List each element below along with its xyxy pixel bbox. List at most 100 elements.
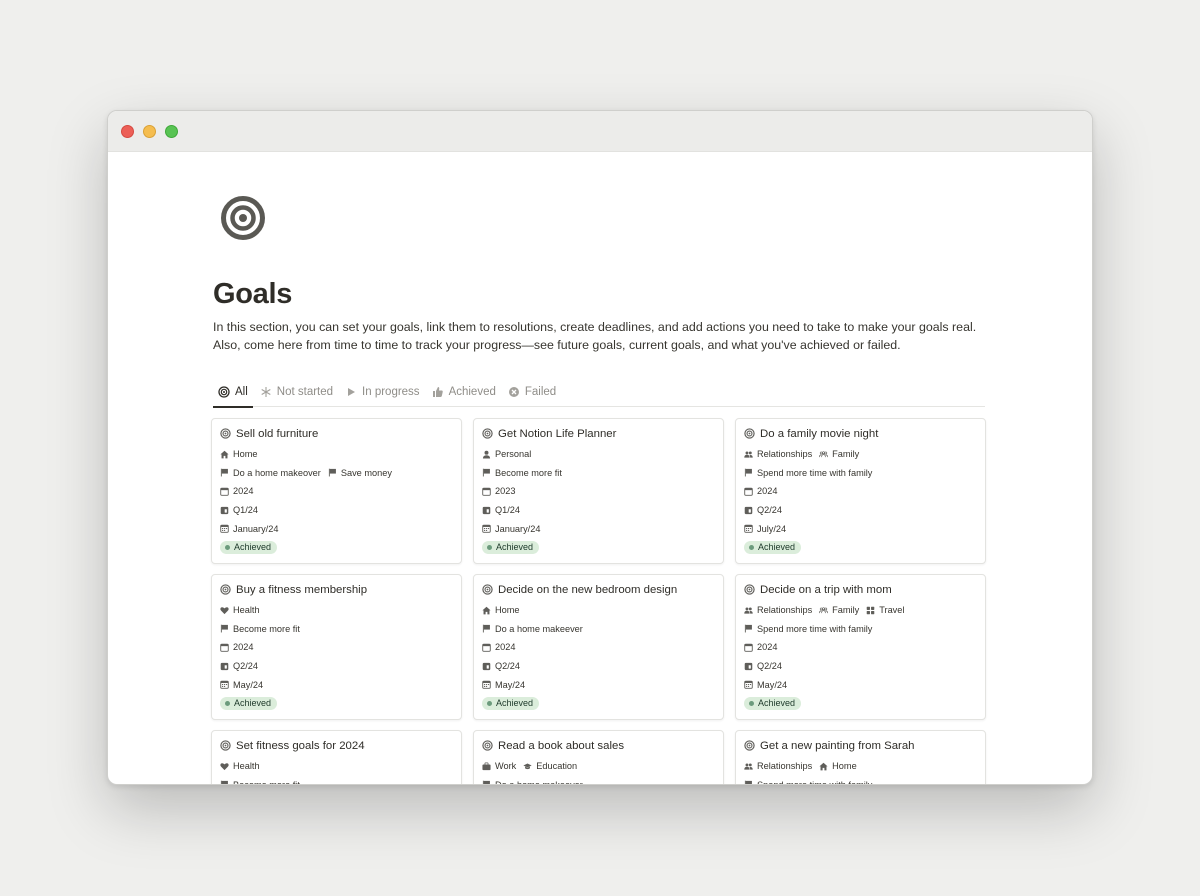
resolution-link[interactable]: Spend more time with family	[744, 624, 872, 634]
area-chip[interactable]: Health	[220, 605, 260, 615]
close-window-button[interactable]	[121, 125, 134, 138]
goal-month-chip[interactable]: May/24	[220, 680, 263, 690]
goal-card[interactable]: Sell old furniture Home Do a home makeover…	[211, 418, 462, 564]
goal-card-title: Buy a fitness membership	[220, 582, 453, 597]
tab-all[interactable]: All	[213, 377, 253, 408]
area-label: Family	[832, 449, 860, 460]
goal-month-chip[interactable]: May/24	[482, 680, 525, 690]
goal-quarter-chip[interactable]: Q1/24	[220, 505, 258, 515]
goal-month-chip[interactable]: January/24	[220, 524, 278, 534]
briefcase-icon	[482, 762, 491, 771]
goal-card[interactable]: Decide on a trip with mom Relationships Fa…	[735, 574, 986, 720]
people-icon	[744, 762, 753, 771]
goal-card[interactable]: Get Notion Life Planner Personal Become mo…	[473, 418, 724, 564]
goal-year-chip[interactable]: 2024	[744, 486, 777, 496]
goal-card[interactable]: Get a new painting from Sarah Relationshi…	[735, 730, 986, 784]
goal-quarter-chip[interactable]: Q2/24	[744, 505, 782, 515]
zoom-window-button[interactable]	[165, 125, 178, 138]
tab-achieved[interactable]: Achieved	[427, 377, 501, 407]
resolution-link[interactable]: Do a home makeover	[220, 468, 321, 478]
area-chip[interactable]: Relationships	[744, 605, 812, 615]
resolution-link[interactable]: Spend more time with family	[744, 468, 872, 478]
quarter-icon	[744, 662, 753, 671]
goal-month-label: May/24	[495, 679, 526, 690]
calendar-icon	[744, 487, 753, 496]
target-icon	[220, 584, 231, 595]
target-icon[interactable]	[220, 195, 266, 241]
window-titlebar	[108, 111, 1092, 152]
goal-year: 2023	[482, 482, 715, 501]
area-chip[interactable]: Home	[819, 761, 857, 771]
resolution-label: Do a home makeever	[495, 779, 583, 785]
goal-card[interactable]: Buy a fitness membership Health Become mor…	[211, 574, 462, 720]
area-chip[interactable]: Work	[482, 761, 516, 771]
resolution-link[interactable]: Become more fit	[482, 468, 562, 478]
area-chip[interactable]: Travel	[866, 605, 904, 615]
goal-month-label: July/24	[757, 523, 787, 534]
flag-icon	[328, 468, 337, 477]
resolution-link[interactable]: Do a home makeever	[482, 624, 583, 634]
goal-quarter: Q2/24	[744, 657, 977, 676]
home-icon	[819, 762, 828, 771]
resolution-link[interactable]: Do a home makeever	[482, 779, 583, 785]
flag-icon	[482, 624, 491, 633]
resolution-link[interactable]: Save money	[328, 468, 392, 478]
area-chip[interactable]: Personal	[482, 449, 531, 459]
goal-card[interactable]: Decide on the new bedroom design Home Do a…	[473, 574, 724, 720]
area-chip[interactable]: Relationships	[744, 449, 812, 459]
area-chip[interactable]: Relationships	[744, 761, 812, 771]
area-chip[interactable]: Home	[220, 449, 258, 459]
goal-month-chip[interactable]: July/24	[744, 524, 786, 534]
status-badge: Achieved	[220, 540, 278, 554]
goal-quarter-chip[interactable]: Q2/24	[744, 661, 782, 671]
goal-card-title: Get Notion Life Planner	[482, 426, 715, 441]
goal-areas: Relationships Family	[744, 445, 977, 464]
goal-year-chip[interactable]: 2024	[220, 642, 253, 652]
goal-status: Achieved	[482, 538, 715, 557]
goal-card[interactable]: Set fitness goals for 2024 Health Become m…	[211, 730, 462, 785]
goal-card[interactable]: Read a book about sales Work Education Do a…	[473, 730, 724, 785]
goal-year-chip[interactable]: 2024	[220, 486, 253, 496]
goal-title: Read a book about sales	[498, 739, 625, 752]
resolution-link[interactable]: Become more fit	[220, 624, 300, 634]
minimize-window-button[interactable]	[143, 125, 156, 138]
goal-year: 2024	[744, 482, 977, 501]
area-chip[interactable]: Education	[523, 761, 577, 771]
goal-month-chip[interactable]: January/24	[482, 524, 540, 534]
goal-year-chip[interactable]: 2024	[744, 642, 777, 652]
area-chip[interactable]: Family	[819, 449, 859, 459]
goal-quarter-chip[interactable]: Q1/24	[482, 505, 520, 515]
goal-quarter-label: Q2/24	[495, 661, 521, 672]
area-chip[interactable]: Home	[482, 605, 520, 615]
tab-failed[interactable]: Failed	[503, 377, 561, 407]
tab-not-started[interactable]: Not started	[255, 377, 338, 407]
goal-resolutions: Become more fit	[482, 464, 715, 483]
goal-year-chip[interactable]: 2023	[482, 486, 515, 496]
goal-quarter-chip[interactable]: Q2/24	[220, 661, 258, 671]
goal-title: Set fitness goals for 2024	[236, 739, 365, 752]
status-label: Achieved	[758, 542, 796, 553]
area-chip[interactable]: Family	[819, 605, 859, 615]
goal-month-chip[interactable]: May/24	[744, 680, 787, 690]
resolution-link[interactable]: Spend more time with family	[744, 780, 872, 784]
resolution-label: Become more fit	[233, 623, 300, 634]
graduation-cap-icon	[523, 762, 532, 771]
resolution-label: Become more fit	[233, 779, 300, 785]
calendar-icon	[482, 643, 491, 652]
goal-card[interactable]: Do a family movie night Relationships Fami…	[735, 418, 986, 564]
flag-icon	[744, 780, 753, 784]
month-icon	[220, 524, 229, 533]
flag-icon	[220, 624, 229, 633]
goal-title: Get a new painting from Sarah	[760, 739, 915, 752]
goal-year-label: 2024	[233, 486, 254, 497]
tab-label: Not started	[276, 385, 334, 398]
area-chip[interactable]: Health	[220, 761, 260, 771]
goal-card-title: Read a book about sales	[482, 738, 715, 753]
tab-in-progress[interactable]: In progress	[340, 377, 425, 407]
goal-resolutions: Spend more time with family	[744, 620, 977, 639]
status-badge: Achieved	[220, 696, 278, 710]
goal-year-chip[interactable]: 2024	[482, 642, 515, 652]
resolution-link[interactable]: Become more fit	[220, 779, 300, 785]
goal-quarter-chip[interactable]: Q2/24	[482, 661, 520, 671]
resolution-label: Spend more time with family	[757, 467, 873, 478]
